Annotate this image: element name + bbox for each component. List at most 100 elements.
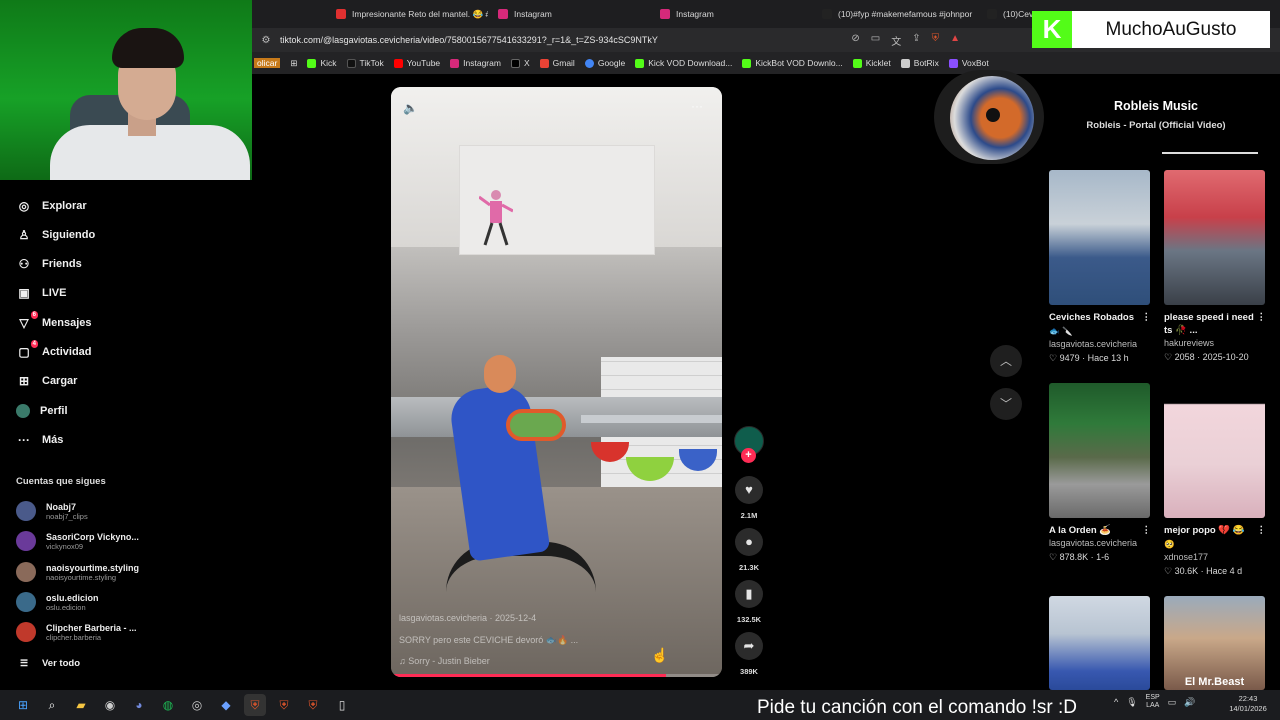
url-input[interactable]: tiktok.com/@lasgaviotas.cevicheria/video… [280,35,851,45]
brave-browser-icon[interactable]: ⛨ [302,694,324,716]
x-icon [510,58,520,68]
sidebar-item-perfil[interactable]: Perfil [16,399,68,423]
browser-tab[interactable]: (10)#fyp #makemefamous #johnpor [812,0,977,28]
language-indicator[interactable]: ESP LAA [1146,694,1160,710]
more-options-icon[interactable]: ··· [691,99,703,113]
comment-button[interactable]: ● [735,528,763,556]
webcam-person-hair [112,28,184,68]
video-sound[interactable]: ♫ Sorry - Justin Bieber [399,656,490,666]
video-author[interactable]: lasgaviotas.cevicheria [1049,537,1151,550]
follow-plus-button[interactable]: + [741,448,756,463]
sidebar-item-mensajes[interactable]: ▽ 6 Mensajes [16,311,92,335]
video-author[interactable]: xdnose177 [1164,551,1266,564]
cast-icon[interactable]: ▭ [871,33,880,48]
more-icon[interactable]: ⋮ [1142,524,1152,537]
bookmark-item[interactable]: Instagram [450,58,501,68]
bookmark-item[interactable]: Kick [307,58,337,68]
brave-shield-icon[interactable]: ⛨ [932,33,940,48]
translate-icon[interactable]: 文 [891,33,901,48]
microphone-icon[interactable]: 🎙 [1126,697,1137,708]
following-account[interactable]: oslu.edicion oslu.edicion [16,587,99,617]
recommended-video[interactable]: mejor popo 💔 😂 ⋮ 🥺 xdnose177 ♡ 30.6K · Ha… [1164,383,1266,578]
bookmark-item[interactable]: Kicklet [852,58,891,68]
sidebar-item-label: Perfil [40,405,68,417]
brave-rewards-icon[interactable]: ▲ [950,33,960,48]
previous-video-button[interactable]: ︿ [990,345,1022,377]
search-icon[interactable]: ⌕ [41,694,63,716]
bookmark-item[interactable]: TikTok [346,58,384,68]
bookmark-item[interactable]: BotRix [900,58,939,68]
video-author[interactable]: lasgaviotas.cevicheria · 2025-12-4 [399,613,536,623]
next-video-button[interactable]: ﹀ [990,388,1022,420]
discord-icon[interactable]: ◕ [128,694,150,716]
chat-command-marquee: Pide tu canción con el comando !sr :D [757,697,1078,718]
bookmark-item[interactable]: Kick VOD Download... [635,58,732,68]
bookmark-item[interactable]: VoxBot [948,58,989,68]
video-progress[interactable] [391,674,722,677]
video-shelf [581,415,722,423]
bookmark-label: olicar [257,58,278,68]
video-author[interactable]: hakureviews [1164,337,1266,350]
clock-time: 22:43 [1238,694,1258,703]
video-player[interactable]: 🔈 ··· lasgaviotas.cevicheria · 2025-12-4… [391,87,722,677]
brave-browser-icon[interactable]: ⛨ [244,694,266,716]
video-title: please speed i need ts 🥀 ... ⋮ [1164,311,1267,337]
windows-start-icon[interactable]: ⊞ [12,694,34,716]
recommended-video[interactable]: Ceviches Robados ⋮ 🐟 🔪 lasgaviotas.cevich… [1049,170,1151,365]
system-clock[interactable]: 22:43 14/01/2026 [1222,694,1274,714]
bookmark-item[interactable]: YouTube [393,58,440,68]
browser-tab[interactable]: Instagram [488,0,650,28]
app-icon[interactable]: ◆ [215,694,237,716]
music-note-icon: ♫ [399,656,409,666]
browser-tab-active[interactable]: (10)Cevic [977,0,1037,28]
bookmark-item[interactable]: X [510,58,530,68]
save-button[interactable]: ▮ [735,580,763,608]
volume-icon[interactable]: 🔈 [403,101,418,115]
file-explorer-icon[interactable]: ▰ [70,694,92,716]
brave-browser-icon[interactable]: ⛨ [273,694,295,716]
share-icon[interactable]: ⇪ [912,33,920,48]
more-icon[interactable]: ⋮ [1257,524,1267,537]
video-author[interactable]: lasgaviotas.cevicheria [1049,338,1151,351]
chevron-up-icon[interactable]: ^ [1114,697,1118,707]
following-account[interactable]: naoisyourtime.styling naoisyourtime.styli… [16,557,139,587]
browser-tab[interactable]: Instagram [650,0,812,28]
more-icon[interactable]: ⋮ [1142,311,1152,324]
sidebar-item-live[interactable]: ▣ LIVE [16,281,66,305]
share-button[interactable]: ➦ [735,632,763,660]
bookmark-item[interactable]: Google [584,58,625,68]
browser-tab[interactable]: Impresionante Reto del mantel. 😂 # [326,0,488,28]
bookmark-item[interactable]: olicar [254,58,281,68]
sidebar-item-friends[interactable]: ⚇ Friends [16,252,82,276]
bookmark-item[interactable]: KickBot VOD Downlo... [742,58,843,68]
sidebar-item-mas[interactable]: ··· Más [16,428,63,452]
sidebar-item-actividad[interactable]: ▢ 4 Actividad [16,340,92,364]
kick-icon [307,58,317,68]
avatar-icon [16,404,30,418]
network-icon[interactable]: ▭ [1168,697,1177,708]
recommended-video[interactable]: please speed i need ts 🥀 ... ⋮ hakureview… [1164,170,1266,364]
sidebar-item-cargar[interactable]: ⊞ Cargar [16,369,78,393]
spotify-icon[interactable]: ◍ [157,694,179,716]
obs-icon[interactable]: ◉ [99,694,121,716]
steam-icon[interactable]: ◎ [186,694,208,716]
sidebar-item-explorar[interactable]: ◎ Explorar [16,194,87,218]
bookmark-item[interactable]: Gmail [539,58,575,68]
following-account[interactable]: SasoriCorp Vickyno... vickynox09 [16,526,139,556]
following-account[interactable]: Clipcher Barberia - ... clipcher.barberia [16,617,137,647]
sidebar-item-siguiendo[interactable]: ♙ Siguiendo [16,223,96,247]
kick-brand-overlay: K MuchoAuGusto [1032,11,1270,48]
site-info-icon[interactable]: ⚙ [252,35,280,46]
recommended-video[interactable] [1049,596,1151,690]
volume-icon[interactable]: 🔊 [1184,697,1195,708]
recommended-video[interactable]: A la Orden 🍝 ⋮ lasgaviotas.cevicheria ♡ 8… [1049,383,1151,564]
see-all-link[interactable]: ☰ Ver todo [16,651,80,675]
like-button[interactable]: ♥ [735,476,763,504]
recommended-video[interactable]: El Mr.Beast [1164,596,1266,690]
following-account[interactable]: Noabj7 noabj7_clips [16,496,88,526]
system-tray: ^ 🎙 ESP LAA ▭ 🔊 [1114,694,1195,710]
document-icon[interactable]: ▯ [331,694,353,716]
no-tracking-icon[interactable]: ⊘ [851,33,859,48]
apps-grid-icon[interactable]: ⊞ [290,58,297,69]
more-icon[interactable]: ⋮ [1257,311,1267,337]
